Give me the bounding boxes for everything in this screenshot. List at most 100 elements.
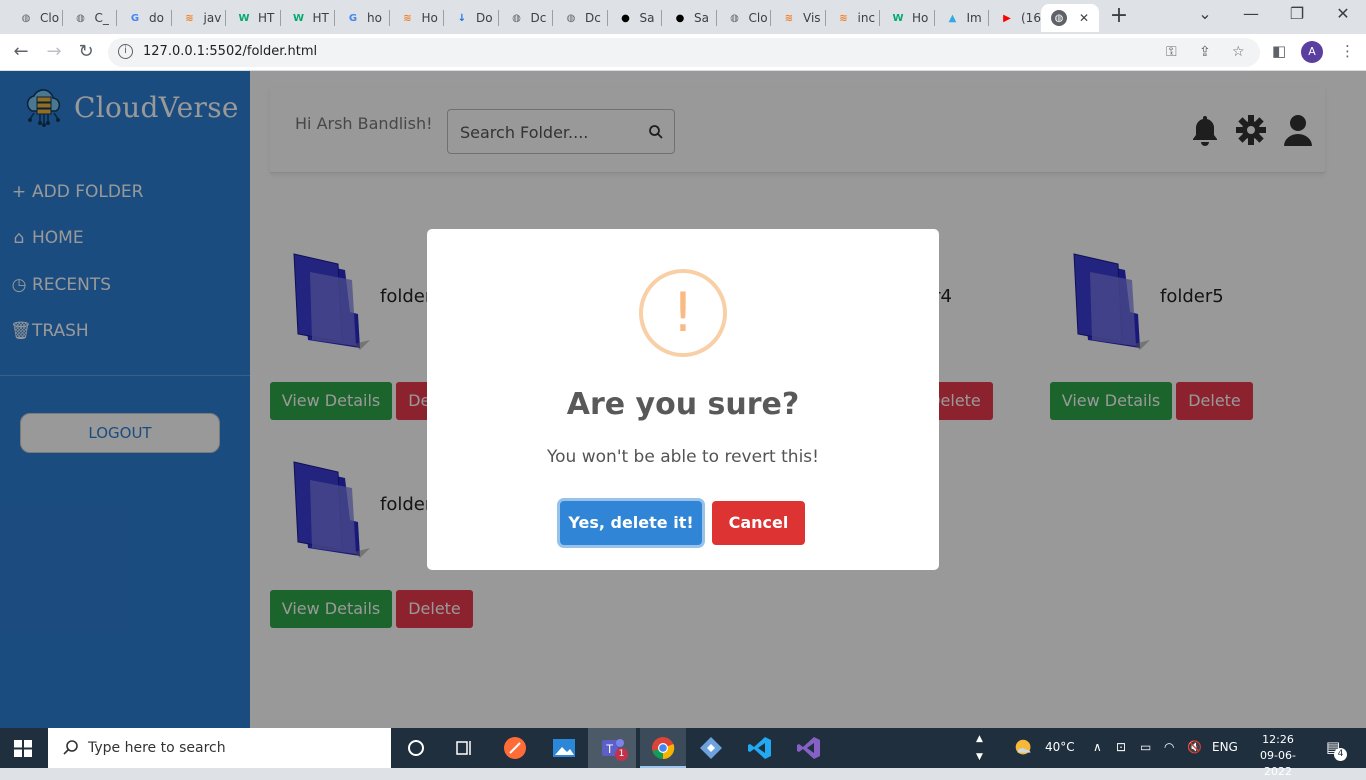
stackoverflow-icon: ≋ (784, 12, 794, 24)
system-clock[interactable]: 12:26 09-06-2022 (1248, 732, 1308, 780)
tab-title: C_ (94, 11, 109, 25)
task-view-icon[interactable] (451, 735, 477, 761)
tab-title: (16 (1021, 11, 1041, 25)
tab-title: Sa (639, 11, 655, 25)
teams-badge: 1 (615, 748, 628, 761)
address-bar[interactable]: i 127.0.0.1:5502/folder.html ⚿ ⇪ ☆ (108, 38, 1260, 67)
postman-icon[interactable] (502, 735, 528, 761)
tab-close-icon[interactable]: ✕ (1079, 11, 1089, 25)
tab-title: do (149, 11, 164, 25)
menu-kebab-icon[interactable]: ⋮ (1340, 42, 1355, 60)
visual-studio-icon[interactable] (796, 735, 822, 761)
wifi-icon[interactable]: ◠ (1164, 740, 1174, 754)
stackoverflow-icon: ≋ (185, 12, 194, 24)
browser-tab[interactable]: ▲ Im (935, 4, 989, 32)
tab-title: Dc (585, 11, 601, 25)
tab-title: ho (367, 11, 382, 25)
warning-icon: ! (639, 269, 727, 357)
browser-tab[interactable]: ≋ Vis (771, 4, 826, 32)
search-icon (63, 740, 78, 755)
cortana-icon[interactable] (403, 735, 429, 761)
cancel-button[interactable]: Cancel (712, 501, 805, 545)
close-window-button[interactable]: ✕ (1328, 4, 1358, 23)
tray-scroll-arrows[interactable]: ▲ ▼ (976, 730, 983, 766)
browser-toolbar: ← → ↻ i 127.0.0.1:5502/folder.html ⚿ ⇪ ☆… (0, 34, 1366, 71)
windows-taskbar: Type here to search T 1 ▲ ▼ 40°C ∧ ⊡ ▭ ◠ … (0, 728, 1366, 778)
download-icon: ↓ (457, 12, 467, 24)
browser-tab[interactable]: ● Sa (662, 4, 717, 32)
browser-tab[interactable]: Gho (335, 4, 390, 32)
confirm-dialog: ! Are you sure? You won't be able to rev… (427, 229, 939, 570)
browser-tab[interactable]: W Ho (880, 4, 935, 32)
svg-text:T: T (606, 742, 614, 756)
browser-tab[interactable]: ● Sa (608, 4, 662, 32)
browser-tab[interactable]: W HT (226, 4, 281, 32)
vscode-icon[interactable] (747, 735, 773, 761)
photos-icon[interactable] (551, 735, 577, 761)
confirm-delete-button[interactable]: Yes, delete it! (560, 501, 702, 545)
globe-icon: ◍ (512, 12, 521, 24)
forward-button[interactable]: → (43, 41, 65, 63)
browser-tab[interactable]: ≋ Ho (390, 4, 444, 32)
side-panel-icon[interactable]: ◧ (1272, 42, 1286, 60)
windows-start-icon[interactable] (14, 740, 32, 757)
stackoverflow-icon: ≋ (839, 12, 848, 24)
tab-title: jav (203, 11, 222, 25)
tab-active[interactable]: ◍ ✕ (1041, 4, 1099, 32)
network-status-icon[interactable]: ⊡ (1116, 740, 1126, 754)
youtube-icon: ▶ (1003, 12, 1011, 24)
battery-icon[interactable]: ▭ (1140, 740, 1151, 754)
dialog-message: You won't be able to revert this! (547, 447, 819, 467)
temperature-text: 40°C (1045, 740, 1075, 754)
reload-button[interactable]: ↻ (75, 41, 97, 63)
globe-icon: ◍ (76, 12, 85, 24)
image-icon: ▲ (948, 12, 957, 24)
language-indicator[interactable]: ENG (1212, 740, 1238, 754)
google-icon: G (348, 12, 358, 24)
dialog-title: Are you sure? (566, 387, 800, 422)
profile-avatar[interactable]: A (1301, 41, 1323, 63)
tab-search-chevron-icon[interactable]: ⌄ (1190, 4, 1220, 23)
browser-tab[interactable]: ≋ jav (172, 4, 226, 32)
browser-tab[interactable]: Gdo (117, 4, 172, 32)
site-info-icon[interactable]: i (118, 44, 133, 59)
globe-icon: ◍ (566, 12, 576, 24)
new-tab-button[interactable]: + (1108, 5, 1130, 27)
taskbar-search-placeholder: Type here to search (88, 740, 226, 756)
browser-tab[interactable]: ◍ Clo (717, 4, 771, 32)
git-tool-icon[interactable] (698, 735, 724, 761)
browser-tab[interactable]: ◍ Dc (553, 4, 608, 32)
browser-tab[interactable]: ◍ Dc (499, 4, 553, 32)
web-page: CloudVerse + ADD FOLDER ⌂ HOME ◷ RECENTS… (0, 71, 1366, 728)
browser-tab[interactable]: ↓ Do (444, 4, 499, 32)
restore-button[interactable]: ❐ (1282, 4, 1312, 23)
weather-icon[interactable] (1012, 736, 1036, 760)
chevron-up-icon[interactable]: ∧ (1093, 740, 1102, 754)
url-text[interactable]: 127.0.0.1:5502/folder.html (143, 44, 317, 59)
bookmark-star-icon[interactable]: ☆ (1232, 44, 1245, 60)
browser-tab[interactable]: ≋ inc (826, 4, 880, 32)
key-icon[interactable]: ⚿ (1166, 44, 1177, 60)
chrome-icon[interactable] (650, 735, 676, 761)
tab-title: Vis (803, 11, 821, 25)
share-icon[interactable]: ⇪ (1199, 44, 1211, 60)
minimize-button[interactable]: — (1236, 4, 1266, 23)
browser-tab[interactable]: ◍ Clo (8, 4, 63, 32)
stackoverflow-icon: ≋ (403, 12, 412, 24)
tab-title: Im (966, 11, 982, 25)
notification-count-badge: 4 (1334, 748, 1347, 761)
globe-icon: ◍ (730, 12, 739, 24)
w3schools-icon: W (292, 12, 305, 24)
browser-tab[interactable]: ◍ C_ (63, 4, 117, 32)
browser-tab[interactable]: ▶ (16 (989, 4, 1044, 32)
w3schools-icon: W (238, 12, 250, 24)
tab-title: HT (258, 11, 275, 25)
w3schools-icon: W (892, 12, 904, 24)
tab-title: Ho (912, 11, 929, 25)
taskbar-search-input[interactable]: Type here to search (48, 728, 391, 768)
volume-muted-icon[interactable]: 🔇 (1187, 740, 1202, 754)
back-button[interactable]: ← (10, 41, 32, 63)
tab-title: Clo (40, 11, 60, 25)
browser-tab[interactable]: W HT (281, 4, 335, 32)
tab-title: Dc (530, 11, 547, 25)
